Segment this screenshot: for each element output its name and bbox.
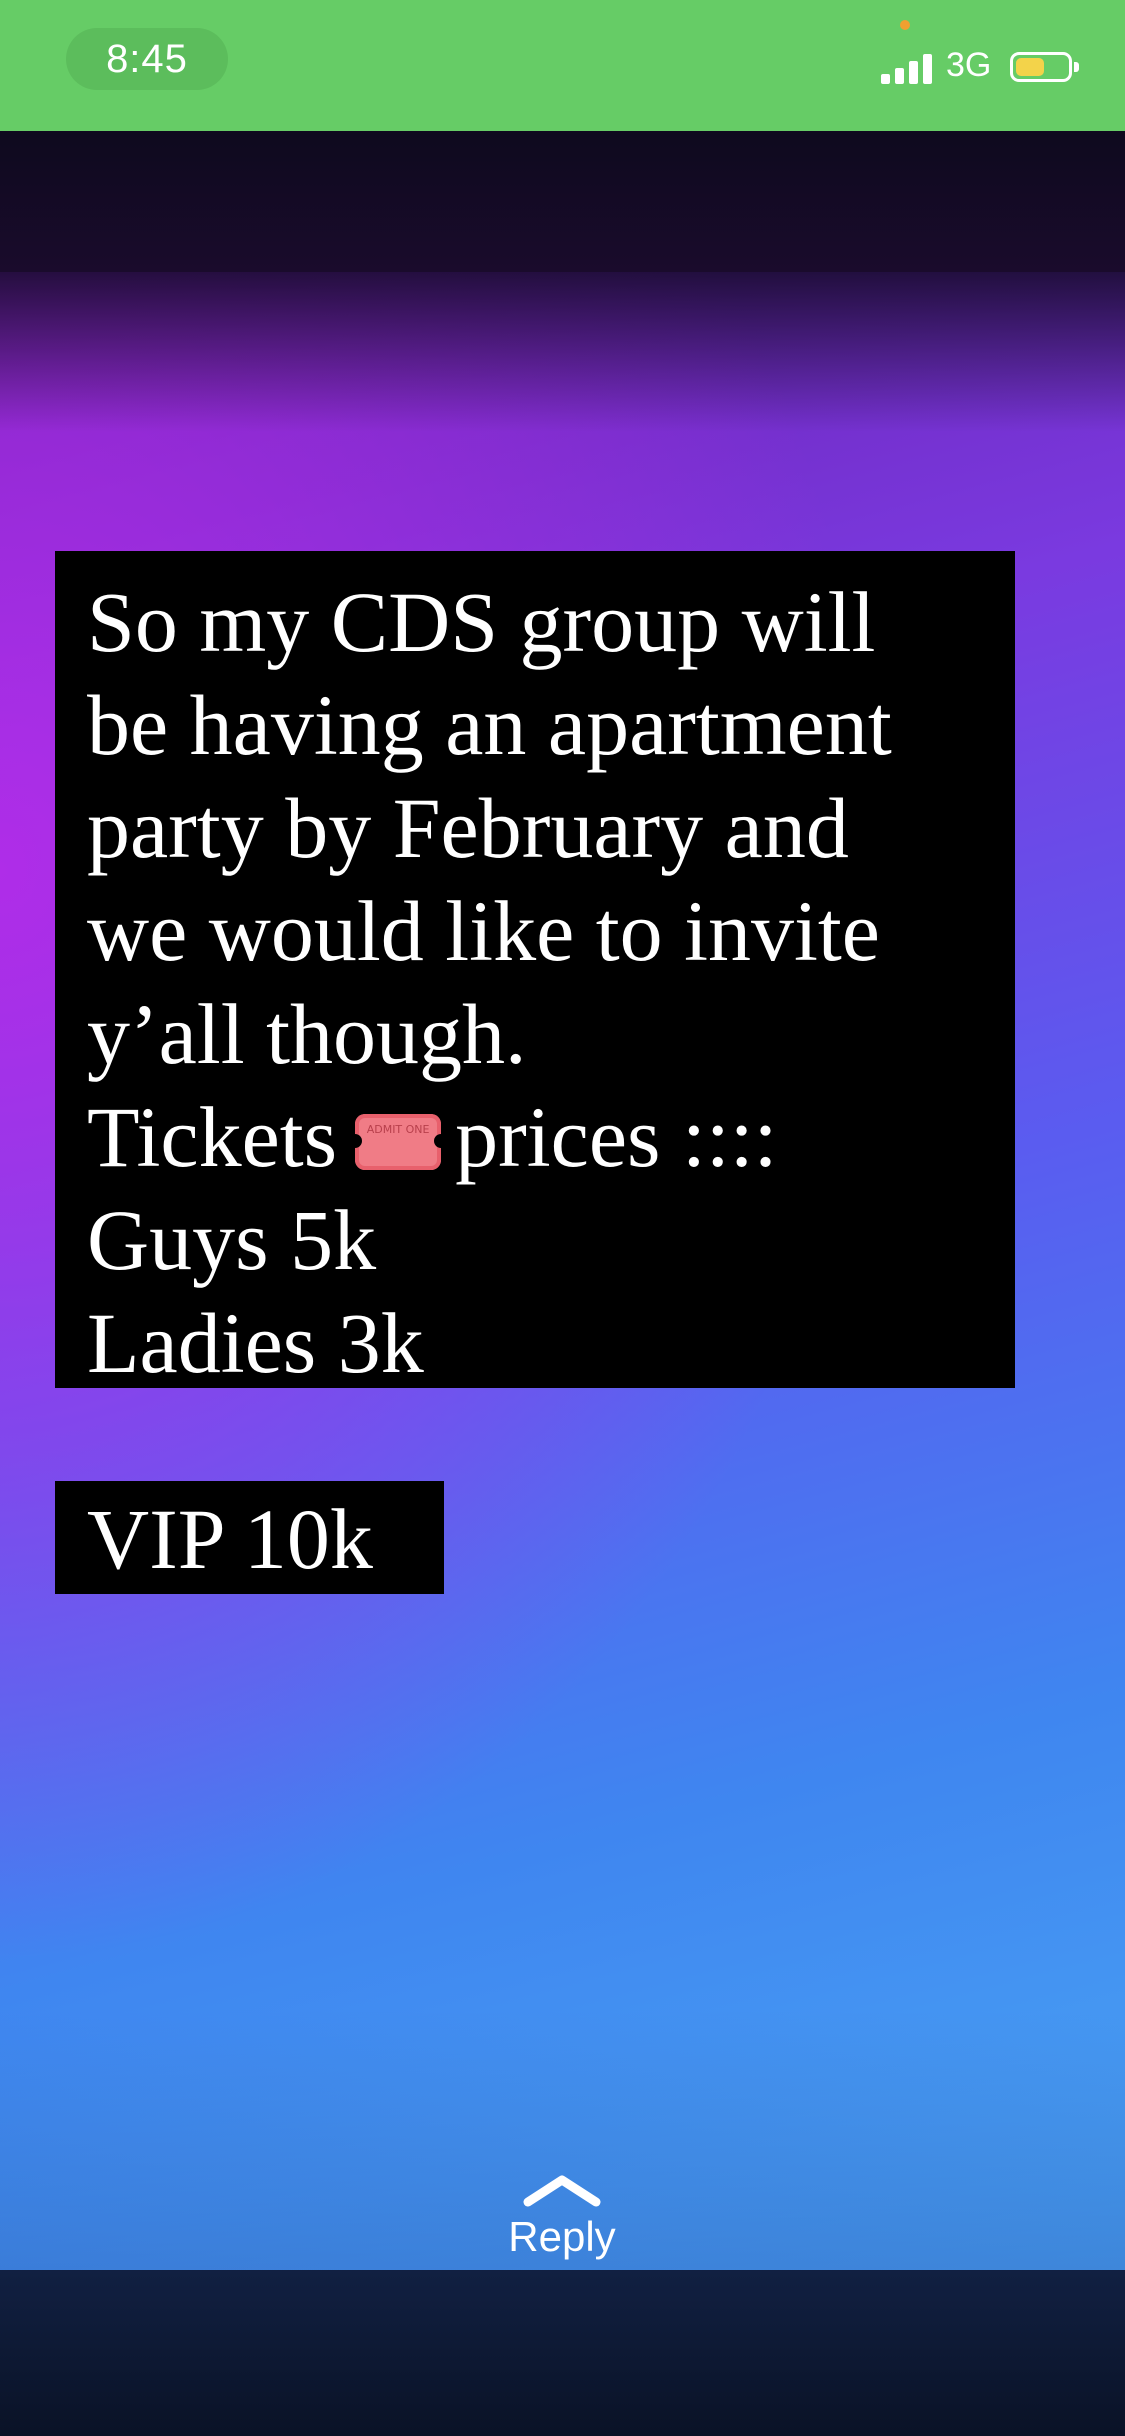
- reply-label: Reply: [508, 2213, 616, 2260]
- announcement-line: y’all though.: [87, 986, 527, 1082]
- story-bottom-band: [0, 2270, 1125, 2436]
- price-line-ladies: Ladies 3k: [87, 1295, 424, 1391]
- reply-button[interactable]: Reply: [462, 2172, 662, 2282]
- announcement-line: party by February and: [87, 780, 849, 876]
- tickets-word: Tickets: [87, 1089, 338, 1185]
- announcement-line: we would like to invite: [87, 883, 880, 979]
- story-top-band: [0, 131, 1125, 272]
- announcement-text-box: So my CDS group will be having an apartm…: [55, 551, 1015, 1391]
- vip-price-box: VIP 10k: [55, 1481, 444, 1594]
- prices-text: prices ::::: [455, 1089, 778, 1185]
- announcement-line: So my CDS group will: [87, 574, 876, 670]
- status-bar: 8:45 3G: [0, 0, 1125, 131]
- admission-ticket-icon: ADMIT ONE: [348, 1114, 449, 1171]
- ticket-icon-text: ADMIT ONE: [366, 1123, 430, 1137]
- story-image[interactable]: So my CDS group will be having an apartm…: [0, 272, 1125, 2270]
- tickets-line: Tickets ADMIT ONE prices ::::: [87, 1086, 985, 1189]
- status-time: 8:45: [66, 28, 228, 90]
- signal-strength-icon: [881, 52, 935, 84]
- announcement-line: be having an apartment: [87, 677, 892, 773]
- network-type: 3G: [946, 46, 992, 84]
- chevron-up-icon: [523, 2175, 601, 2207]
- vip-price: VIP 10k: [87, 1491, 373, 1587]
- price-line-guys: Guys 5k: [87, 1192, 377, 1288]
- battery-icon: [1010, 52, 1079, 82]
- battery-level-fill: [1016, 58, 1044, 76]
- privacy-indicator-dot: [900, 20, 910, 30]
- story-viewer-screen: 8:45 3G So my CDS group will be having a…: [0, 0, 1125, 2436]
